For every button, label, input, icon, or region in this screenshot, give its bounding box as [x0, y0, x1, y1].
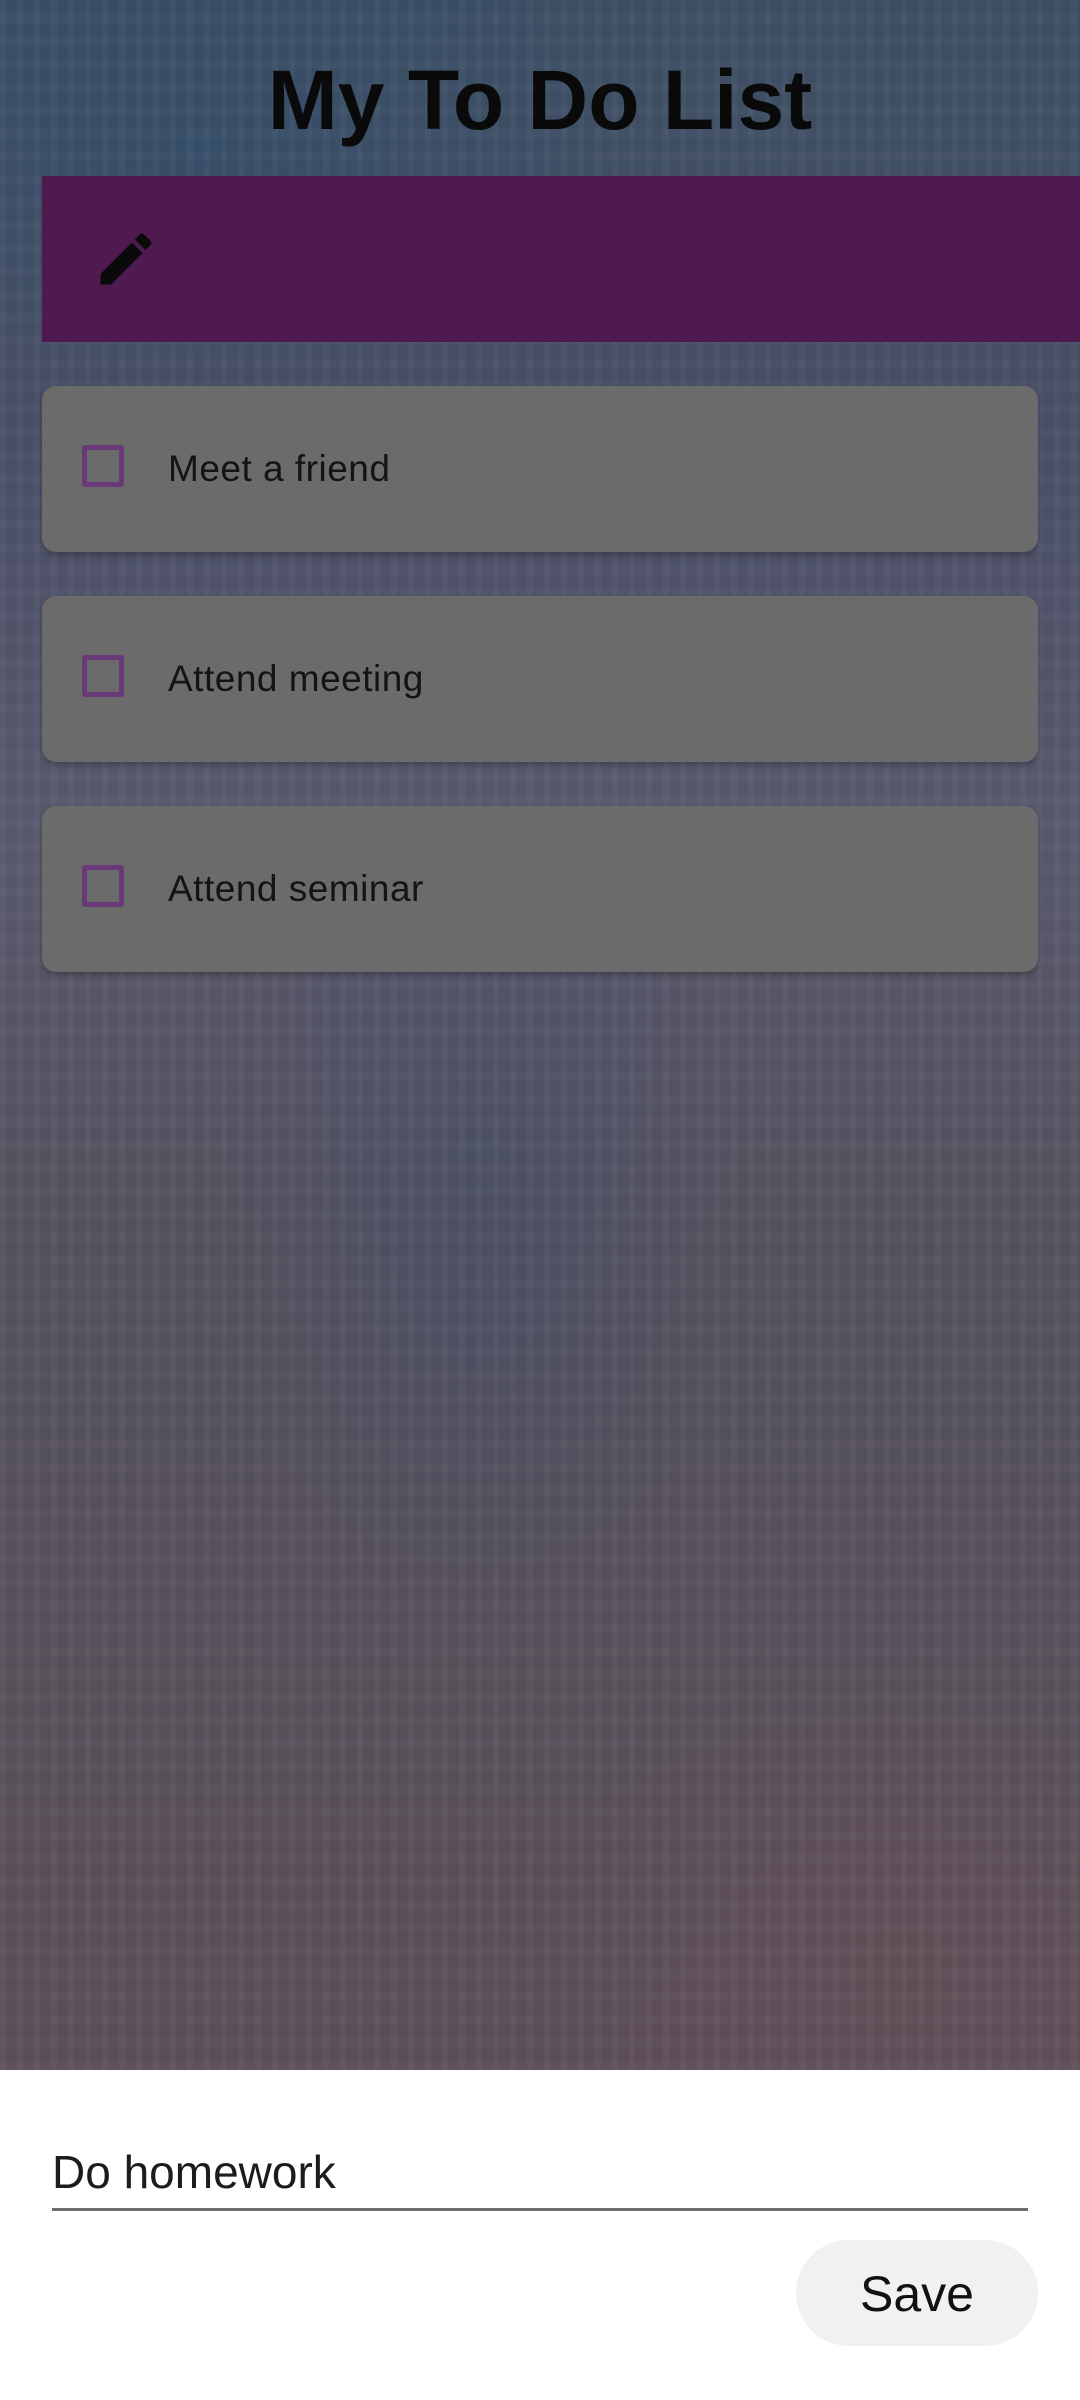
page-title: My To Do List — [267, 53, 813, 147]
task-label: Attend seminar — [168, 868, 424, 909]
edit-task-sheet — [0, 2070, 1080, 2400]
task-label: Attend meeting — [168, 658, 424, 699]
task-card[interactable]: Attend seminar — [42, 806, 1038, 972]
task-label: Meet a friend — [168, 448, 391, 489]
new-task-bar[interactable] — [42, 176, 1080, 342]
task-checkbox[interactable] — [82, 655, 124, 697]
task-card[interactable]: Attend meeting — [42, 596, 1038, 762]
task-card[interactable]: Meet a friend — [42, 386, 1038, 552]
save-button[interactable]: Save — [796, 2240, 1038, 2346]
task-checkbox[interactable] — [82, 865, 124, 907]
pencil-icon[interactable] — [92, 225, 160, 293]
task-checkbox[interactable] — [82, 445, 124, 487]
task-text-field[interactable] — [52, 2135, 1028, 2211]
